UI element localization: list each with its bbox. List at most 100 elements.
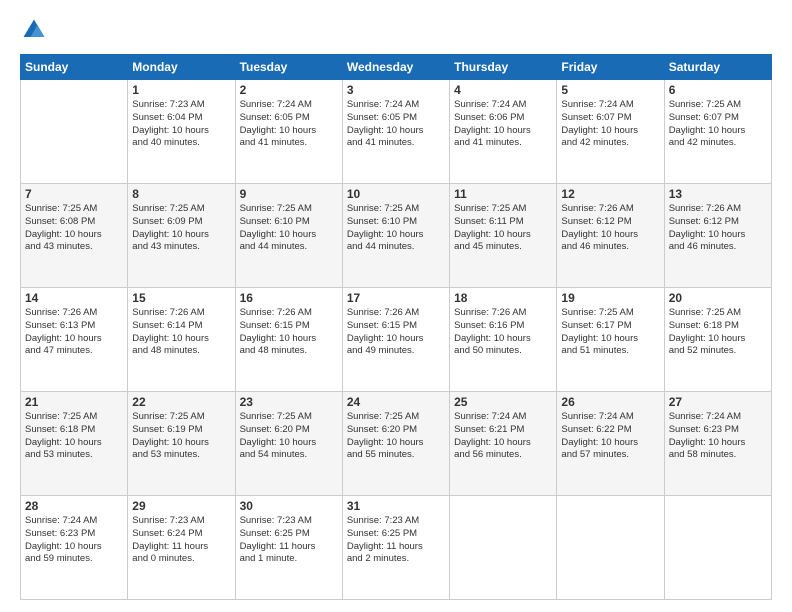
day-info: Sunrise: 7:26 AM Sunset: 6:13 PM Dayligh… bbox=[25, 307, 123, 358]
calendar-cell: 3 Sunrise: 7:24 AM Sunset: 6:05 PM Daylig… bbox=[342, 80, 449, 184]
calendar-header-tuesday: Tuesday bbox=[235, 55, 342, 80]
day-info: Sunrise: 7:24 AM Sunset: 6:22 PM Dayligh… bbox=[561, 411, 659, 462]
calendar-cell: 8 Sunrise: 7:25 AM Sunset: 6:09 PM Daylig… bbox=[128, 184, 235, 288]
day-info: Sunrise: 7:24 AM Sunset: 6:23 PM Dayligh… bbox=[669, 411, 767, 462]
day-number: 16 bbox=[240, 291, 338, 305]
day-number: 28 bbox=[25, 499, 123, 513]
calendar-cell bbox=[450, 496, 557, 600]
day-info: Sunrise: 7:23 AM Sunset: 6:25 PM Dayligh… bbox=[240, 515, 338, 566]
calendar-cell: 22 Sunrise: 7:25 AM Sunset: 6:19 PM Dayli… bbox=[128, 392, 235, 496]
calendar-cell: 1Sunrise: 7:23 AM Sunset: 6:04 PM Daylig… bbox=[128, 80, 235, 184]
day-number: 6 bbox=[669, 83, 767, 97]
calendar-header-monday: Monday bbox=[128, 55, 235, 80]
day-number: 31 bbox=[347, 499, 445, 513]
day-number: 13 bbox=[669, 187, 767, 201]
calendar-cell: 11 Sunrise: 7:25 AM Sunset: 6:11 PM Dayli… bbox=[450, 184, 557, 288]
day-number: 12 bbox=[561, 187, 659, 201]
day-info: Sunrise: 7:26 AM Sunset: 6:14 PM Dayligh… bbox=[132, 307, 230, 358]
day-info: Sunrise: 7:25 AM Sunset: 6:19 PM Dayligh… bbox=[132, 411, 230, 462]
day-info: Sunrise: 7:25 AM Sunset: 6:11 PM Dayligh… bbox=[454, 203, 552, 254]
calendar-cell: 29 Sunrise: 7:23 AM Sunset: 6:24 PM Dayli… bbox=[128, 496, 235, 600]
day-info: Sunrise: 7:25 AM Sunset: 6:09 PM Dayligh… bbox=[132, 203, 230, 254]
calendar-cell: 15 Sunrise: 7:26 AM Sunset: 6:14 PM Dayli… bbox=[128, 288, 235, 392]
day-info: Sunrise: 7:25 AM Sunset: 6:18 PM Dayligh… bbox=[669, 307, 767, 358]
day-number: 30 bbox=[240, 499, 338, 513]
calendar-header-thursday: Thursday bbox=[450, 55, 557, 80]
calendar-cell: 20 Sunrise: 7:25 AM Sunset: 6:18 PM Dayli… bbox=[664, 288, 771, 392]
day-number: 25 bbox=[454, 395, 552, 409]
day-number: 24 bbox=[347, 395, 445, 409]
day-info: Sunrise: 7:24 AM Sunset: 6:05 PM Dayligh… bbox=[347, 99, 445, 150]
day-number: 15 bbox=[132, 291, 230, 305]
day-number: 2 bbox=[240, 83, 338, 97]
day-number: 5 bbox=[561, 83, 659, 97]
day-number: 4 bbox=[454, 83, 552, 97]
day-info: Sunrise: 7:25 AM Sunset: 6:17 PM Dayligh… bbox=[561, 307, 659, 358]
calendar-cell: 21 Sunrise: 7:25 AM Sunset: 6:18 PM Dayli… bbox=[21, 392, 128, 496]
day-info: Sunrise: 7:26 AM Sunset: 6:15 PM Dayligh… bbox=[347, 307, 445, 358]
calendar-cell: 23Sunrise: 7:25 AM Sunset: 6:20 PM Dayli… bbox=[235, 392, 342, 496]
calendar-cell: 10 Sunrise: 7:25 AM Sunset: 6:10 PM Dayli… bbox=[342, 184, 449, 288]
day-number: 18 bbox=[454, 291, 552, 305]
day-info: Sunrise: 7:25 AM Sunset: 6:10 PM Dayligh… bbox=[347, 203, 445, 254]
day-info: Sunrise: 7:23 AM Sunset: 6:25 PM Dayligh… bbox=[347, 515, 445, 566]
calendar-cell: 17 Sunrise: 7:26 AM Sunset: 6:15 PM Dayli… bbox=[342, 288, 449, 392]
calendar-cell: 14 Sunrise: 7:26 AM Sunset: 6:13 PM Dayli… bbox=[21, 288, 128, 392]
calendar-week-row: 1Sunrise: 7:23 AM Sunset: 6:04 PM Daylig… bbox=[21, 80, 772, 184]
page: SundayMondayTuesdayWednesdayThursdayFrid… bbox=[0, 0, 792, 612]
calendar-cell bbox=[664, 496, 771, 600]
day-number: 17 bbox=[347, 291, 445, 305]
day-info: Sunrise: 7:23 AM Sunset: 6:04 PM Dayligh… bbox=[132, 99, 230, 150]
day-info: Sunrise: 7:24 AM Sunset: 6:23 PM Dayligh… bbox=[25, 515, 123, 566]
calendar-header-sunday: Sunday bbox=[21, 55, 128, 80]
calendar-cell: 7 Sunrise: 7:25 AM Sunset: 6:08 PM Daylig… bbox=[21, 184, 128, 288]
day-number: 10 bbox=[347, 187, 445, 201]
calendar-cell: 30 Sunrise: 7:23 AM Sunset: 6:25 PM Dayli… bbox=[235, 496, 342, 600]
day-number: 3 bbox=[347, 83, 445, 97]
day-info: Sunrise: 7:25 AM Sunset: 6:07 PM Dayligh… bbox=[669, 99, 767, 150]
calendar-cell: 6 Sunrise: 7:25 AM Sunset: 6:07 PM Daylig… bbox=[664, 80, 771, 184]
day-number: 22 bbox=[132, 395, 230, 409]
day-number: 9 bbox=[240, 187, 338, 201]
calendar-cell bbox=[21, 80, 128, 184]
day-number: 11 bbox=[454, 187, 552, 201]
calendar-header-friday: Friday bbox=[557, 55, 664, 80]
day-info: Sunrise: 7:25 AM Sunset: 6:20 PM Dayligh… bbox=[240, 411, 338, 462]
day-info: Sunrise: 7:25 AM Sunset: 6:08 PM Dayligh… bbox=[25, 203, 123, 254]
day-info: Sunrise: 7:26 AM Sunset: 6:16 PM Dayligh… bbox=[454, 307, 552, 358]
calendar-table: SundayMondayTuesdayWednesdayThursdayFrid… bbox=[20, 54, 772, 600]
calendar-week-row: 14 Sunrise: 7:26 AM Sunset: 6:13 PM Dayli… bbox=[21, 288, 772, 392]
day-info: Sunrise: 7:23 AM Sunset: 6:24 PM Dayligh… bbox=[132, 515, 230, 566]
day-info: Sunrise: 7:25 AM Sunset: 6:10 PM Dayligh… bbox=[240, 203, 338, 254]
day-info: Sunrise: 7:26 AM Sunset: 6:12 PM Dayligh… bbox=[669, 203, 767, 254]
day-number: 19 bbox=[561, 291, 659, 305]
calendar-cell: 28 Sunrise: 7:24 AM Sunset: 6:23 PM Dayli… bbox=[21, 496, 128, 600]
day-number: 29 bbox=[132, 499, 230, 513]
calendar-week-row: 21 Sunrise: 7:25 AM Sunset: 6:18 PM Dayli… bbox=[21, 392, 772, 496]
day-info: Sunrise: 7:24 AM Sunset: 6:21 PM Dayligh… bbox=[454, 411, 552, 462]
calendar-cell: 19 Sunrise: 7:25 AM Sunset: 6:17 PM Dayli… bbox=[557, 288, 664, 392]
day-number: 8 bbox=[132, 187, 230, 201]
calendar-cell bbox=[557, 496, 664, 600]
calendar-header-saturday: Saturday bbox=[664, 55, 771, 80]
calendar-cell: 16Sunrise: 7:26 AM Sunset: 6:15 PM Dayli… bbox=[235, 288, 342, 392]
header bbox=[20, 16, 772, 44]
day-info: Sunrise: 7:24 AM Sunset: 6:05 PM Dayligh… bbox=[240, 99, 338, 150]
day-number: 7 bbox=[25, 187, 123, 201]
calendar-cell: 24Sunrise: 7:25 AM Sunset: 6:20 PM Dayli… bbox=[342, 392, 449, 496]
calendar-cell: 4 Sunrise: 7:24 AM Sunset: 6:06 PM Daylig… bbox=[450, 80, 557, 184]
calendar-week-row: 28 Sunrise: 7:24 AM Sunset: 6:23 PM Dayli… bbox=[21, 496, 772, 600]
calendar-header-row: SundayMondayTuesdayWednesdayThursdayFrid… bbox=[21, 55, 772, 80]
calendar-cell: 5 Sunrise: 7:24 AM Sunset: 6:07 PM Daylig… bbox=[557, 80, 664, 184]
day-number: 14 bbox=[25, 291, 123, 305]
calendar-header-wednesday: Wednesday bbox=[342, 55, 449, 80]
day-info: Sunrise: 7:25 AM Sunset: 6:18 PM Dayligh… bbox=[25, 411, 123, 462]
day-info: Sunrise: 7:24 AM Sunset: 6:07 PM Dayligh… bbox=[561, 99, 659, 150]
day-number: 20 bbox=[669, 291, 767, 305]
day-number: 26 bbox=[561, 395, 659, 409]
calendar-cell: 9 Sunrise: 7:25 AM Sunset: 6:10 PM Daylig… bbox=[235, 184, 342, 288]
logo bbox=[20, 16, 52, 44]
calendar-cell: 13 Sunrise: 7:26 AM Sunset: 6:12 PM Dayli… bbox=[664, 184, 771, 288]
day-number: 21 bbox=[25, 395, 123, 409]
day-info: Sunrise: 7:24 AM Sunset: 6:06 PM Dayligh… bbox=[454, 99, 552, 150]
